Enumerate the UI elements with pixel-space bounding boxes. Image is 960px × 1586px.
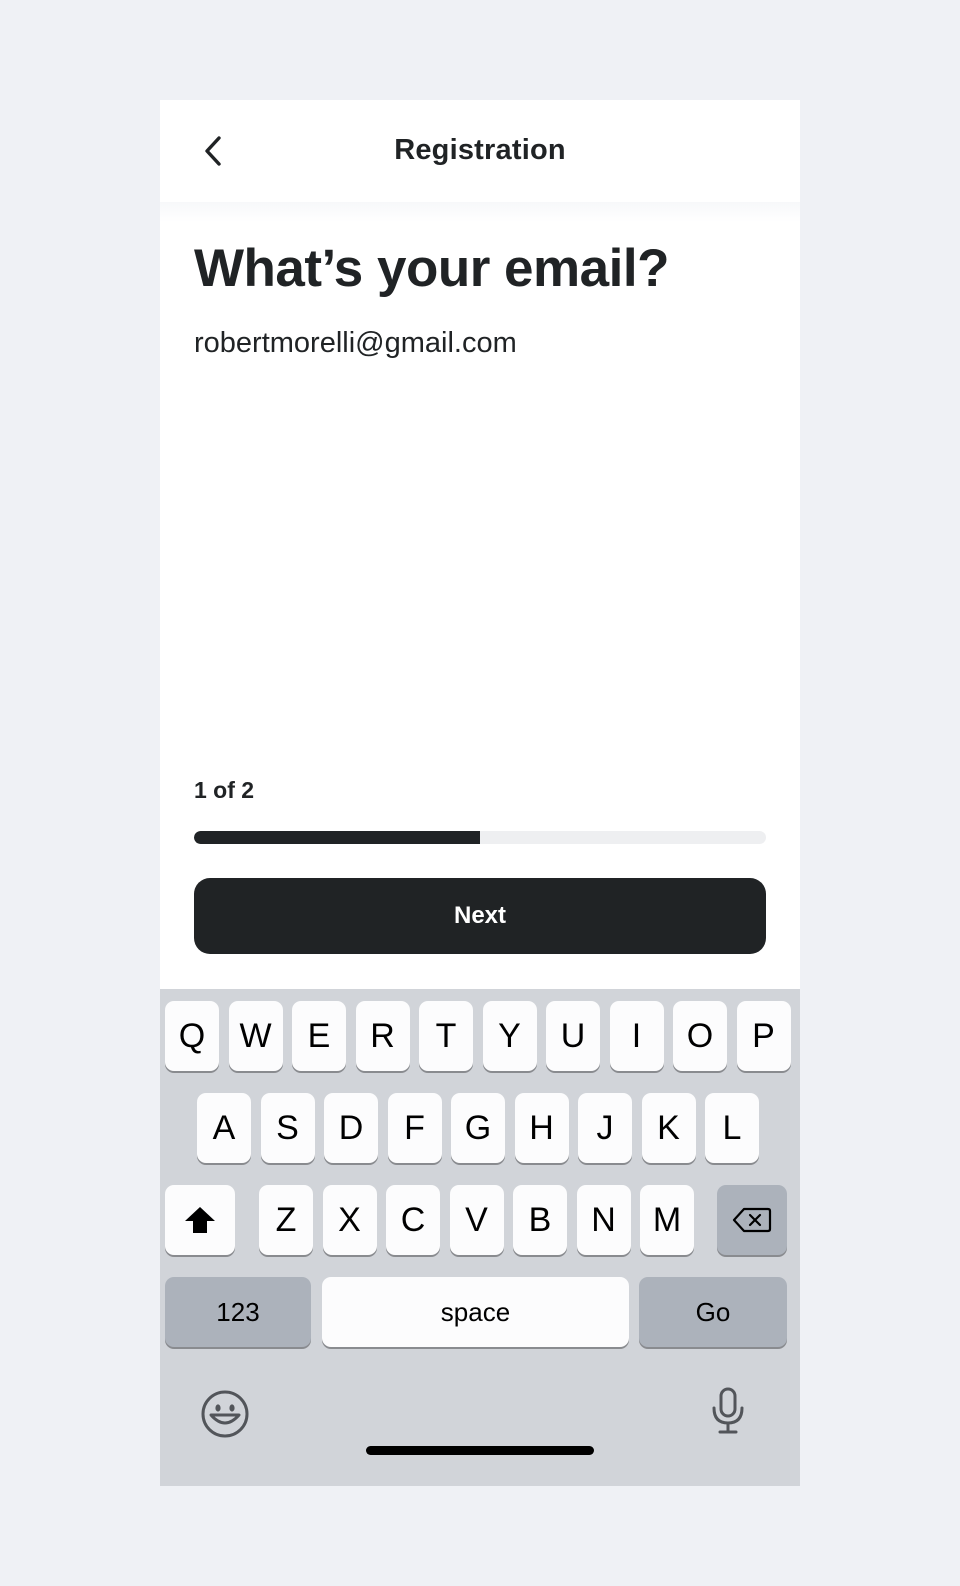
key-p[interactable]: P — [736, 1001, 791, 1071]
progress-bar — [194, 831, 766, 844]
key-n[interactable]: N — [576, 1185, 631, 1255]
key-d[interactable]: D — [324, 1093, 378, 1163]
key-l[interactable]: L — [705, 1093, 759, 1163]
emoji-button[interactable] — [200, 1389, 250, 1439]
key-w[interactable]: W — [228, 1001, 283, 1071]
key-o[interactable]: O — [673, 1001, 727, 1071]
key-j[interactable]: J — [578, 1093, 632, 1163]
shift-key[interactable] — [165, 1185, 235, 1255]
space-key[interactable]: space — [322, 1277, 629, 1347]
emoji-icon — [201, 1390, 249, 1438]
microphone-icon — [712, 1387, 744, 1434]
phone-screen: Registration What’s your email? 1 of 2 N… — [160, 100, 800, 1486]
key-f[interactable]: F — [387, 1093, 442, 1163]
delete-icon — [732, 1207, 772, 1233]
key-k[interactable]: K — [641, 1093, 696, 1163]
microphone-button[interactable] — [708, 1386, 748, 1436]
key-t[interactable]: T — [419, 1001, 473, 1071]
key-y[interactable]: Y — [482, 1001, 537, 1071]
key-e[interactable]: E — [292, 1001, 346, 1071]
key-b[interactable]: B — [513, 1185, 567, 1255]
page-title: Registration — [394, 134, 566, 166]
shift-icon — [185, 1207, 215, 1233]
nav-divider — [160, 202, 800, 222]
home-indicator — [366, 1446, 594, 1455]
go-key[interactable]: Go — [639, 1277, 787, 1347]
key-v[interactable]: V — [449, 1185, 504, 1255]
key-m[interactable]: M — [640, 1185, 694, 1255]
key-x[interactable]: X — [322, 1185, 377, 1255]
key-g[interactable]: G — [451, 1093, 505, 1163]
key-q[interactable]: Q — [165, 1001, 219, 1071]
delete-key[interactable] — [717, 1185, 787, 1255]
keyboard: QWERTYUIOP ASDFGHJKL ZXCVBNM 123 space Go — [160, 989, 800, 1486]
email-field[interactable] — [194, 324, 766, 362]
key-a[interactable]: A — [197, 1093, 251, 1163]
key-u[interactable]: U — [546, 1001, 600, 1071]
key-z[interactable]: Z — [259, 1185, 313, 1255]
key-i[interactable]: I — [609, 1001, 664, 1071]
key-s[interactable]: S — [260, 1093, 315, 1163]
key-r[interactable]: R — [355, 1001, 410, 1071]
key-h[interactable]: H — [514, 1093, 569, 1163]
progress-bar-fill — [194, 831, 480, 844]
key-c[interactable]: C — [386, 1185, 440, 1255]
numbers-key[interactable]: 123 — [165, 1277, 311, 1347]
next-button[interactable]: Next — [194, 878, 766, 954]
headline: What’s your email? — [194, 239, 669, 298]
navigation-bar: Registration — [160, 100, 800, 202]
step-indicator: 1 of 2 — [194, 777, 255, 803]
